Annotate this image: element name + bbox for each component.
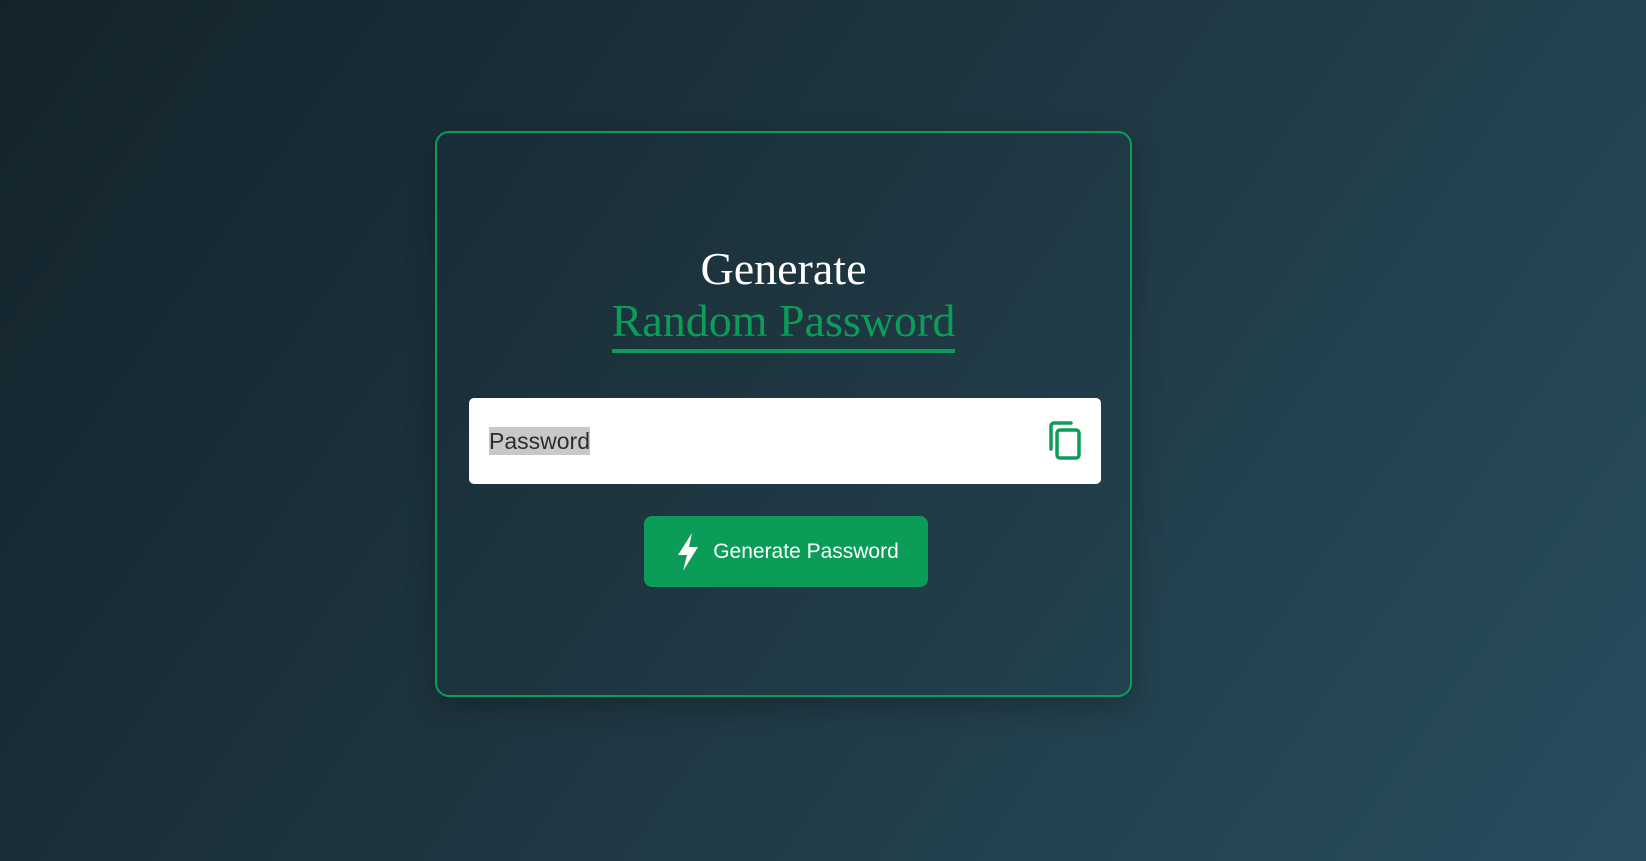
copy-button[interactable] bbox=[1047, 421, 1085, 461]
lightning-icon bbox=[678, 532, 699, 571]
title-generate: Generate bbox=[700, 243, 867, 294]
password-field: Password bbox=[469, 398, 1101, 484]
password-generator-card: Generate Random Password Password Genera… bbox=[435, 131, 1132, 697]
generate-password-button[interactable]: Generate Password bbox=[644, 516, 928, 587]
title-random-password: Random Password bbox=[611, 295, 956, 353]
password-input[interactable] bbox=[487, 426, 1027, 456]
generate-password-label: Generate Password bbox=[713, 539, 899, 563]
copy-icon bbox=[1049, 421, 1081, 460]
page-title: Generate Random Password bbox=[437, 243, 1130, 353]
